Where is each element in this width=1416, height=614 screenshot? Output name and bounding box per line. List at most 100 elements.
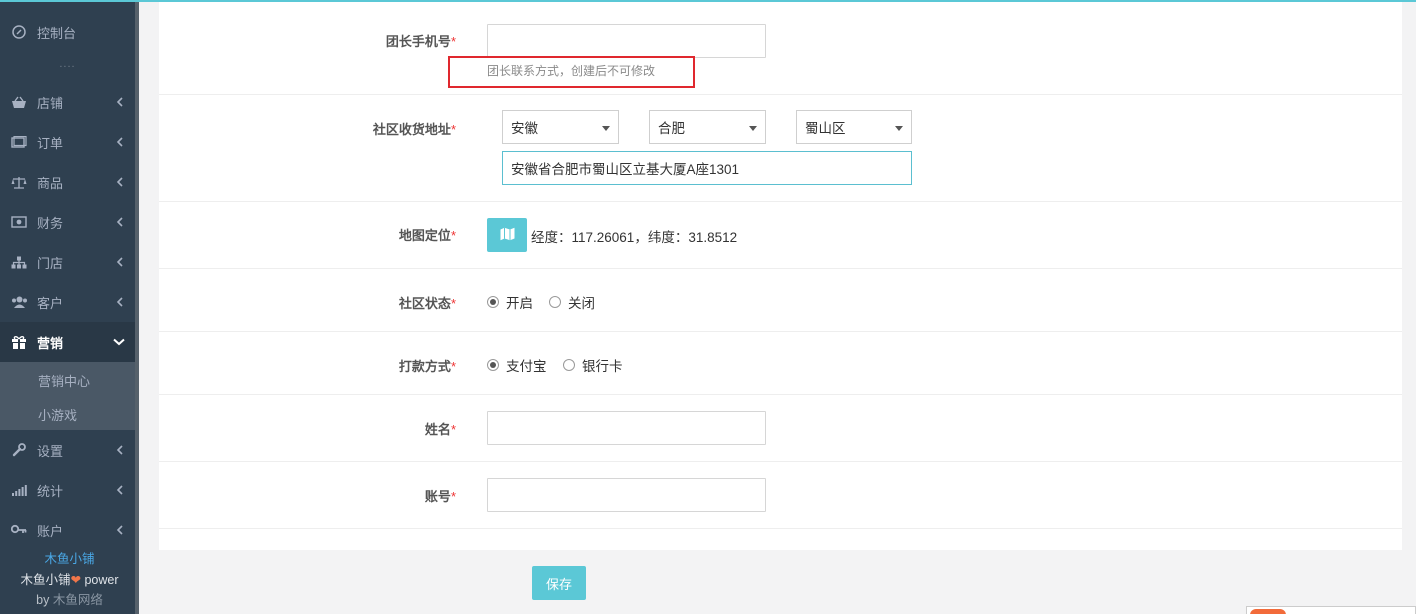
sidebar-item-account[interactable]: 账户 [0, 510, 135, 550]
form-panel: 团长手机号* 团长联系方式，创建后不可修改 社区收货地址* 安徽 合肥 蜀山区 … [159, 2, 1402, 550]
sidebar-item-marketing[interactable]: 营销 [0, 322, 135, 362]
sidebar-item-label: 财务 [37, 215, 64, 231]
brand-by-line: by 木鱼网络 [0, 589, 139, 608]
chevron-left-icon [113, 97, 125, 107]
city-value: 合肥 [658, 121, 685, 136]
brand-by-word: by [36, 593, 50, 607]
name-label: 姓名* [425, 419, 456, 438]
sidebar-item-dashboard[interactable]: 控制台 [0, 12, 135, 52]
radio-label: 银行卡 [582, 359, 623, 374]
sidebar-item-statistics[interactable]: 统计 [0, 470, 135, 510]
status-radio-closed[interactable]: 关闭 [549, 292, 595, 312]
sidebar-item-customers[interactable]: 客户 [0, 282, 135, 322]
sidebar-item-label: 商品 [37, 175, 64, 191]
sidebar-item-shop[interactable]: 店铺 [0, 82, 135, 122]
sidebar-item-label: 门店 [37, 255, 64, 271]
submenu-item-mini-games[interactable]: 小游戏 [38, 405, 77, 424]
radio-label: 开启 [506, 296, 533, 311]
save-button[interactable]: 保存 [532, 566, 586, 600]
chevron-left-icon [113, 445, 125, 455]
brand-name: 木鱼小铺 [44, 552, 95, 566]
sidebar-item-label: 客户 [37, 295, 64, 311]
heart-icon: ❤ [70, 573, 81, 587]
corner-widget-tab [1250, 609, 1286, 614]
caret-down-icon [895, 126, 903, 131]
chevron-left-icon [113, 177, 125, 187]
form-row-status: 社区状态* [159, 269, 1402, 332]
users-icon [10, 295, 28, 309]
address-label: 社区收货地址* [373, 119, 456, 138]
phone-label: 团长手机号* [386, 31, 456, 50]
sidebar-item-settings[interactable]: 设置 [0, 430, 135, 470]
chevron-left-icon [113, 485, 125, 495]
payment-label: 打款方式* [399, 356, 456, 375]
phone-input[interactable] [487, 24, 766, 58]
brand-power-name: 木鱼小铺 [20, 573, 71, 587]
map-locate-button[interactable] [487, 218, 527, 252]
sidebar-separator-dots: .... [59, 58, 76, 70]
account-label-text: 账号 [424, 489, 451, 504]
map-icon [500, 227, 515, 244]
sidebar-item-label: 统计 [37, 483, 64, 499]
required-mark: * [450, 296, 456, 311]
address-detail-input[interactable]: 安徽省合肥市蜀山区立基大厦A座1301 [502, 151, 912, 185]
radio-label: 支付宝 [506, 359, 547, 374]
sidebar-scrollbar[interactable] [135, 0, 139, 614]
form-row-address: 社区收货地址* [159, 95, 1402, 202]
brand-power-word: power [84, 573, 119, 587]
corner-widget[interactable] [1246, 606, 1416, 614]
gift-icon [10, 335, 28, 349]
order-icon [10, 135, 28, 149]
signal-icon [10, 483, 28, 497]
radio-unchecked [549, 296, 561, 308]
sidebar-item-label: 订单 [37, 135, 64, 151]
required-mark: * [450, 422, 456, 437]
radio-checked [487, 296, 499, 308]
required-mark: * [450, 359, 456, 374]
required-mark: * [450, 122, 456, 137]
form-row-phone: 团长手机号* 团长联系方式，创建后不可修改 [159, 2, 1402, 95]
status-label: 社区状态* [399, 293, 456, 312]
radio-checked [487, 359, 499, 371]
chevron-down-icon [113, 338, 125, 346]
district-value: 蜀山区 [805, 121, 846, 136]
caret-down-icon [749, 126, 757, 131]
account-input[interactable] [487, 478, 766, 512]
basket-icon [10, 95, 28, 109]
chevron-left-icon [113, 525, 125, 535]
chevron-left-icon [113, 297, 125, 307]
wrench-icon [10, 443, 28, 457]
name-input[interactable] [487, 411, 766, 445]
form-row-payment: 打款方式* [159, 332, 1402, 395]
brand-power-line: 木鱼小铺❤ power [0, 569, 139, 588]
city-select[interactable]: 合肥 [649, 110, 766, 144]
district-select[interactable]: 蜀山区 [796, 110, 912, 144]
chevron-left-icon [113, 217, 125, 227]
map-label-text: 地图定位 [398, 228, 451, 243]
payment-label-text: 打款方式 [398, 359, 451, 374]
status-radio-open[interactable]: 开启 [487, 292, 533, 312]
form-footer: 保存 [159, 550, 1416, 614]
province-select[interactable]: 安徽 [502, 110, 619, 144]
sidebar-item-label: 营销 [37, 335, 64, 351]
account-label: 账号* [425, 486, 456, 505]
form-row-name: 姓名* [159, 395, 1402, 462]
sidebar-item-label: 账户 [37, 523, 64, 539]
chevron-left-icon [113, 257, 125, 267]
sidebar-item-products[interactable]: 商品 [0, 162, 135, 202]
brand-company[interactable]: 木鱼网络 [53, 593, 103, 607]
sidebar-item-finance[interactable]: 财务 [0, 202, 135, 242]
submenu-item-marketing-center[interactable]: 营销中心 [38, 371, 90, 390]
payment-radio-bankcard[interactable]: 银行卡 [563, 355, 623, 375]
sidebar: 控制台 .... 店铺 订单 商品 财务 门店 客户 营销 营销中心 小游戏 设… [0, 0, 139, 614]
scale-icon [10, 175, 28, 189]
coordinates-text: 经度：117.26061，纬度：31.8512 [531, 230, 738, 245]
top-accent-line [0, 0, 1416, 2]
map-label: 地图定位* [399, 225, 456, 244]
sidebar-item-stores[interactable]: 门店 [0, 242, 135, 282]
sidebar-item-label: 设置 [37, 443, 64, 459]
sidebar-item-orders[interactable]: 订单 [0, 122, 135, 162]
required-mark: * [450, 228, 456, 243]
payment-radio-alipay[interactable]: 支付宝 [487, 355, 547, 375]
form-row-account: 账号* [159, 462, 1402, 529]
